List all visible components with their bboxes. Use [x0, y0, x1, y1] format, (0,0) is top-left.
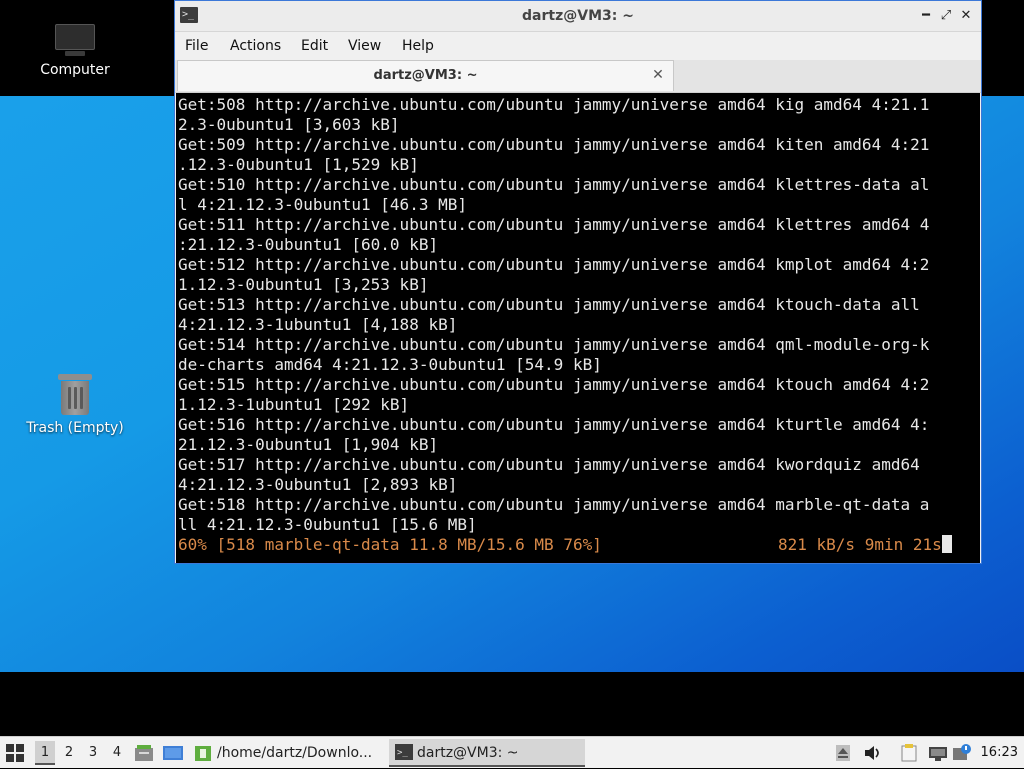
file-manager-launcher-icon[interactable]: [134, 744, 153, 762]
terminal-output[interactable]: Get:508 http://archive.ubuntu.com/ubuntu…: [176, 93, 980, 563]
task-label: /home/dartz/Downlo...: [217, 745, 373, 761]
volume-icon[interactable]: [863, 744, 881, 762]
terminal-line: ll 4:21.12.3-0ubuntu1 [15.6 MB]: [178, 515, 477, 534]
progress-status-left: 60% [518 marble-qt-data 11.8 MB/15.6 MB …: [178, 535, 602, 554]
network-icon[interactable]: [928, 744, 947, 762]
task-label: dartz@VM3: ~: [417, 745, 519, 761]
terminal-line: 4:21.12.3-1ubuntu1 [4,188 kB]: [178, 315, 458, 334]
update-notifier-icon[interactable]: [952, 744, 971, 762]
terminal-line: Get:516 http://archive.ubuntu.com/ubuntu…: [178, 415, 930, 434]
task-file-manager[interactable]: /home/dartz/Downlo...: [192, 739, 382, 767]
close-button[interactable]: ✕: [957, 6, 975, 26]
taskbar: 1 2 3 4 /home/dartz/Downlo... >_ dartz@V…: [0, 736, 1024, 768]
desktop-icon-computer[interactable]: Computer: [20, 24, 130, 78]
terminal-line: Get:510 http://archive.ubuntu.com/ubuntu…: [178, 175, 930, 194]
window-titlebar[interactable]: >_ dartz@VM3: ~ ━ ⤢ ✕: [175, 1, 981, 32]
terminal-line: :21.12.3-0ubuntu1 [60.0 kB]: [178, 235, 439, 254]
menu-edit[interactable]: Edit: [301, 32, 328, 60]
clock[interactable]: 16:23: [981, 737, 1018, 769]
desktop-icon-label: Computer: [40, 62, 110, 78]
progress-status-right: 821 kB/s 9min 21s: [778, 535, 952, 555]
terminal-line: 21.12.3-0ubuntu1 [1,904 kB]: [178, 435, 439, 454]
terminal-line: 2.3-0ubuntu1 [3,603 kB]: [178, 115, 400, 134]
tab-label: dartz@VM3: ~: [373, 68, 478, 83]
terminal-cursor: [941, 535, 952, 553]
tab-bar: dartz@VM3: ~ ✕: [175, 60, 981, 93]
tab-close-icon[interactable]: ✕: [651, 68, 665, 82]
menu-file[interactable]: File: [185, 32, 208, 60]
clipboard-icon[interactable]: [900, 744, 918, 762]
terminal-line: de-charts amd64 4:21.12.3-0ubuntu1 [54.9…: [178, 355, 602, 374]
workspace-3[interactable]: 3: [83, 741, 103, 765]
terminal-line: 1.12.3-0ubuntu1 [3,253 kB]: [178, 275, 429, 294]
terminal-line: Get:512 http://archive.ubuntu.com/ubuntu…: [178, 255, 930, 274]
desktop-bottom-band: [0, 672, 1024, 736]
eject-icon[interactable]: [834, 744, 852, 762]
tab-terminal[interactable]: dartz@VM3: ~ ✕: [177, 60, 674, 91]
folder-icon: [195, 746, 211, 761]
terminal-line: .12.3-0ubuntu1 [1,529 kB]: [178, 155, 419, 174]
terminal-icon: >_: [395, 744, 413, 760]
terminal-window: >_ dartz@VM3: ~ ━ ⤢ ✕ File Actions Edit …: [174, 0, 982, 564]
terminal-line: Get:511 http://archive.ubuntu.com/ubuntu…: [178, 215, 930, 234]
minimize-button[interactable]: ━: [917, 6, 935, 26]
menubar: File Actions Edit View Help: [175, 32, 981, 60]
desktop-icon-trash[interactable]: Trash (Empty): [20, 374, 130, 436]
workspace-1[interactable]: 1: [35, 741, 55, 765]
terminal-line: 1.12.3-1ubuntu1 [292 kB]: [178, 395, 410, 414]
terminal-line: Get:517 http://archive.ubuntu.com/ubuntu…: [178, 455, 920, 474]
terminal-line: Get:514 http://archive.ubuntu.com/ubuntu…: [178, 335, 930, 354]
maximize-button[interactable]: ⤢: [937, 6, 955, 26]
menu-actions[interactable]: Actions: [230, 32, 281, 60]
menu-help[interactable]: Help: [402, 32, 434, 60]
terminal-line: Get:508 http://archive.ubuntu.com/ubuntu…: [178, 95, 930, 114]
svg-text:>_: >_: [397, 748, 408, 758]
computer-icon: [55, 24, 95, 58]
terminal-line: l 4:21.12.3-0ubuntu1 [46.3 MB]: [178, 195, 467, 214]
start-menu-button[interactable]: [6, 744, 24, 762]
workspace-4[interactable]: 4: [107, 741, 127, 765]
desktop-launcher-icon[interactable]: [162, 744, 183, 762]
trash-icon: [57, 374, 93, 416]
terminal-line: 4:21.12.3-0ubuntu1 [2,893 kB]: [178, 475, 458, 494]
terminal-line: Get:513 http://archive.ubuntu.com/ubuntu…: [178, 295, 920, 314]
window-title: dartz@VM3: ~: [522, 8, 634, 24]
progress-rate-text: 821 kB/s 9min 21s: [778, 535, 942, 554]
workspace-2[interactable]: 2: [59, 741, 79, 765]
task-terminal[interactable]: >_ dartz@VM3: ~: [389, 739, 585, 767]
desktop-icon-label: Trash (Empty): [26, 420, 124, 436]
terminal-line: Get:509 http://archive.ubuntu.com/ubuntu…: [178, 135, 930, 154]
menu-view[interactable]: View: [348, 32, 381, 60]
terminal-lines: Get:508 http://archive.ubuntu.com/ubuntu…: [178, 95, 958, 555]
terminal-line: Get:515 http://archive.ubuntu.com/ubuntu…: [178, 375, 930, 394]
terminal-line: Get:518 http://archive.ubuntu.com/ubuntu…: [178, 495, 930, 514]
progress-status-line: 60% [518 marble-qt-data 11.8 MB/15.6 MB …: [178, 535, 958, 555]
